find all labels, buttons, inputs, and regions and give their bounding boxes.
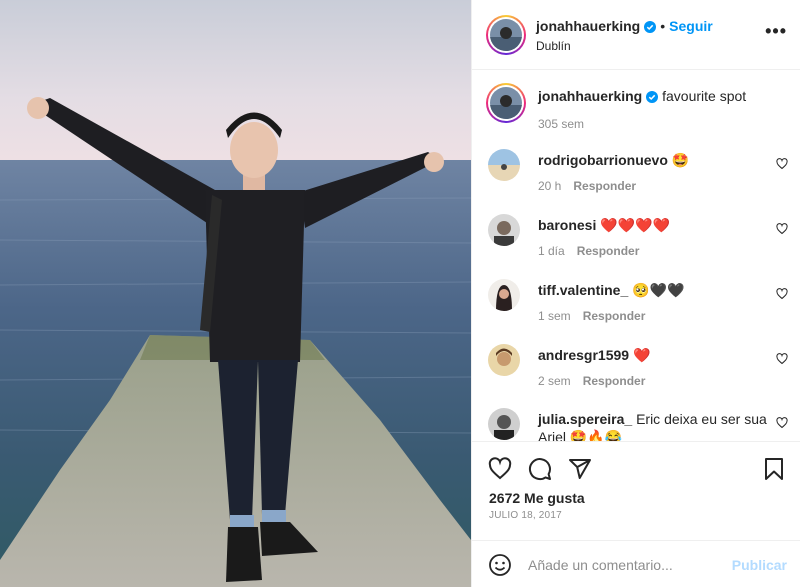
likes-count[interactable]: 2672 Me gusta	[489, 490, 585, 506]
comments-list[interactable]: jonahhauerking favourite spot 305 sem ro…	[472, 71, 800, 441]
comment-avatar[interactable]	[488, 344, 520, 376]
comment-username[interactable]: rodrigobarrionuevo	[538, 152, 668, 168]
post-photo	[0, 0, 471, 587]
heart-icon[interactable]	[488, 457, 512, 484]
comment-item: julia.spereira_ Eric deixa eu ser sua Ar…	[488, 408, 788, 441]
reply-button[interactable]: Responder	[573, 179, 636, 193]
comment-icon[interactable]	[528, 457, 552, 484]
comment-username[interactable]: andresgr1599	[538, 347, 629, 363]
comment-username[interactable]: julia.spereira_	[538, 411, 632, 427]
author-username[interactable]: jonahhauerking	[536, 18, 640, 34]
publish-button[interactable]: Publicar	[732, 557, 787, 573]
comment-username[interactable]: jonahhauerking	[538, 88, 642, 104]
post-date[interactable]: JULIO 18, 2017	[489, 510, 562, 521]
comment-avatar[interactable]	[488, 149, 520, 181]
verified-badge-icon	[646, 89, 659, 107]
comment-time[interactable]: 20 h	[538, 179, 561, 193]
comment-item: tiff.valentine_ 🥺🖤🖤 1 sem Responder	[488, 279, 788, 329]
comment-avatar[interactable]	[488, 214, 520, 246]
comment-text: 🤩	[671, 152, 690, 168]
comment-input[interactable]	[528, 553, 728, 577]
comment-time[interactable]: 305 sem	[538, 117, 584, 131]
more-options-icon[interactable]: •••	[765, 22, 787, 40]
comment-like-heart-icon[interactable]	[776, 222, 788, 238]
reply-button[interactable]: Responder	[583, 309, 646, 323]
comment-avatar[interactable]	[488, 279, 520, 311]
emoji-icon[interactable]	[488, 553, 512, 580]
verified-badge-icon	[644, 20, 657, 36]
caption: jonahhauerking favourite spot 305 sem	[486, 83, 788, 131]
reply-button[interactable]: Responder	[577, 244, 640, 258]
comment-avatar[interactable]	[488, 408, 520, 440]
comment-username[interactable]: tiff.valentine_	[538, 282, 628, 298]
author-avatar[interactable]	[486, 15, 526, 55]
comment-text: ❤️❤️❤️❤️	[600, 217, 670, 233]
comment-text: ❤️	[632, 347, 651, 363]
comment-text: favourite spot	[662, 88, 747, 104]
post-location[interactable]: Dublín	[536, 39, 571, 53]
comment-time[interactable]: 2 sem	[538, 374, 571, 388]
comment-like-heart-icon[interactable]	[776, 287, 788, 303]
post-actions: 2672 Me gusta JULIO 18, 2017	[472, 441, 800, 541]
comment-like-heart-icon[interactable]	[776, 352, 788, 368]
separator-dot: •	[660, 18, 666, 34]
comment-like-heart-icon[interactable]	[776, 416, 788, 432]
post-header: jonahhauerking • Seguir Dublín •••	[472, 0, 800, 70]
reply-button[interactable]: Responder	[583, 374, 646, 388]
post-panel: jonahhauerking • Seguir Dublín ••• jonahha…	[471, 0, 800, 587]
comment-time[interactable]: 1 día	[538, 244, 565, 258]
add-comment-bar: Publicar	[472, 540, 800, 587]
comment-item: rodrigobarrionuevo 🤩 20 h Responder	[488, 149, 788, 199]
comment-item: baronesi ❤️❤️❤️❤️ 1 día Responder	[488, 214, 788, 264]
caption-avatar[interactable]	[486, 83, 526, 123]
comment-text: 🥺🖤🖤	[632, 282, 685, 298]
comment-time[interactable]: 1 sem	[538, 309, 571, 323]
comment-item: andresgr1599 ❤️ 2 sem Responder	[488, 344, 788, 394]
photo-scene	[0, 0, 471, 587]
share-icon[interactable]	[568, 457, 592, 484]
bookmark-icon[interactable]	[763, 457, 785, 484]
comment-username[interactable]: baronesi	[538, 217, 596, 233]
follow-button[interactable]: Seguir	[669, 18, 713, 34]
comment-like-heart-icon[interactable]	[776, 157, 788, 173]
